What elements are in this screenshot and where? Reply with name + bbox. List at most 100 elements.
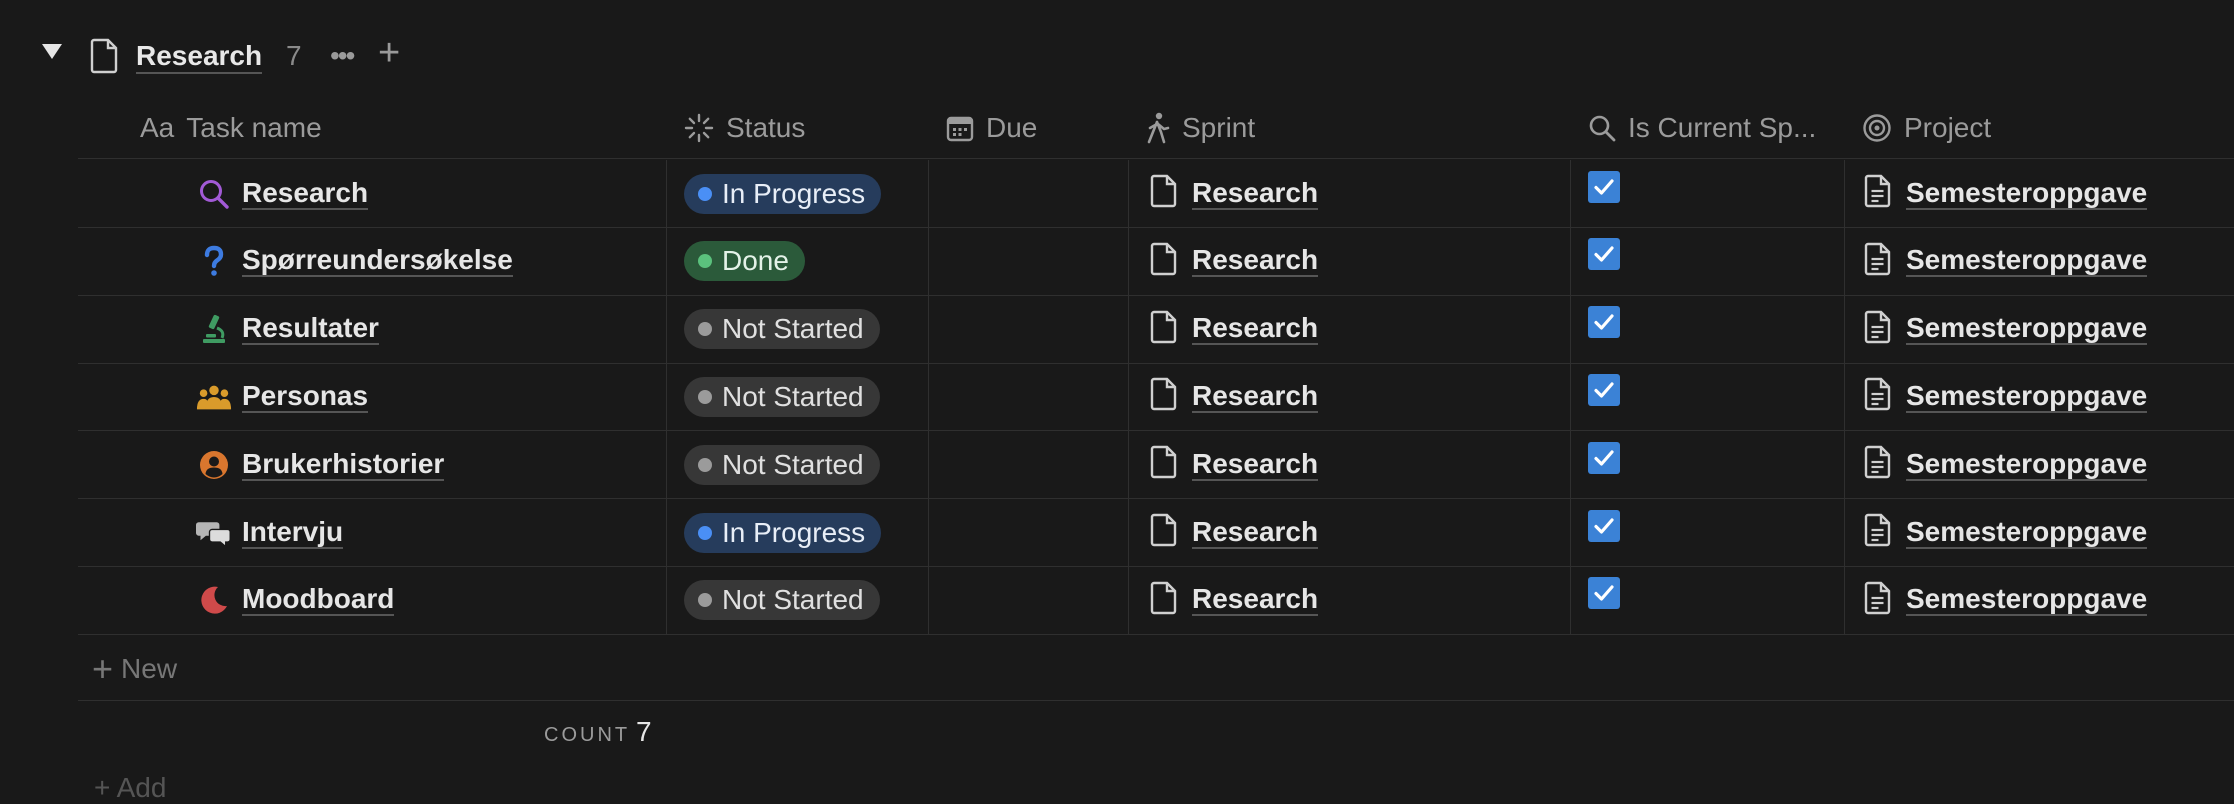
document-icon [1864, 581, 1892, 620]
status-cell[interactable]: Not Started [684, 567, 880, 634]
is-current-sprint-cell[interactable] [1588, 363, 1620, 430]
sprint-cell[interactable]: Research [1150, 567, 1319, 634]
sprint-link[interactable]: Research [1192, 245, 1319, 278]
column-header-status[interactable]: Status [684, 98, 805, 158]
is-current-sprint-cell[interactable] [1588, 567, 1620, 634]
task-name[interactable]: Spørreundersøkelse [242, 245, 513, 278]
due-cell[interactable] [946, 160, 1126, 227]
project-link[interactable]: Semesteroppgave [1906, 380, 2148, 413]
more-options-icon[interactable]: ••• [330, 40, 355, 72]
column-header-due[interactable]: Due [946, 98, 1037, 158]
sprint-cell[interactable]: Research [1150, 160, 1319, 227]
sprint-link[interactable]: Research [1192, 177, 1319, 210]
sprint-cell[interactable]: Research [1150, 431, 1319, 498]
status-cell[interactable]: Not Started [684, 296, 880, 363]
sprint-link[interactable]: Research [1192, 448, 1319, 481]
status-badge[interactable]: Not Started [684, 580, 880, 621]
add-item-button[interactable]: + [378, 34, 400, 72]
project-link[interactable]: Semesteroppgave [1906, 177, 2148, 210]
status-badge[interactable]: Not Started [684, 309, 880, 350]
table-row-3[interactable]: Resultater Not Started Research Semester… [78, 295, 2234, 364]
sprint-cell[interactable]: Research [1150, 499, 1319, 566]
table-row-6[interactable]: Intervju In Progress Research Semesterop… [78, 499, 2234, 567]
task-name-cell[interactable]: Spørreundersøkelse [196, 228, 513, 295]
due-cell[interactable] [946, 499, 1126, 566]
checkbox-checked[interactable] [1588, 373, 1620, 406]
add-group-button[interactable]: + Add [94, 772, 166, 804]
status-cell[interactable]: Not Started [684, 431, 880, 498]
project-cell[interactable]: Semesteroppgave [1864, 296, 2148, 363]
project-link[interactable]: Semesteroppgave [1906, 313, 2148, 346]
table-row-7[interactable]: Moodboard Not Started Research Semestero… [78, 566, 2234, 635]
project-cell[interactable]: Semesteroppgave [1864, 228, 2148, 295]
is-current-sprint-cell[interactable] [1588, 431, 1620, 498]
column-divider [928, 363, 929, 431]
task-name-cell[interactable]: Intervju [196, 499, 344, 566]
sprint-link[interactable]: Research [1192, 380, 1319, 413]
status-badge[interactable]: Not Started [684, 376, 880, 417]
project-link[interactable]: Semesteroppgave [1906, 584, 2148, 617]
sprint-link[interactable]: Research [1192, 516, 1319, 549]
column-header-project[interactable]: Project [1862, 98, 1991, 158]
due-cell[interactable] [946, 431, 1126, 498]
status-cell[interactable]: In Progress [684, 160, 882, 227]
checkbox-checked[interactable] [1588, 170, 1620, 203]
is-current-sprint-cell[interactable] [1588, 499, 1620, 566]
due-cell[interactable] [946, 363, 1126, 430]
checkbox-checked[interactable] [1588, 509, 1620, 542]
status-cell[interactable]: Not Started [684, 363, 880, 430]
project-cell[interactable]: Semesteroppgave [1864, 499, 2148, 566]
is-current-sprint-cell[interactable] [1588, 160, 1620, 227]
task-name[interactable]: Intervju [242, 516, 344, 549]
due-cell[interactable] [946, 567, 1126, 634]
task-name-cell[interactable]: Moodboard [196, 567, 395, 634]
project-link[interactable]: Semesteroppgave [1906, 448, 2148, 481]
task-name[interactable]: Brukerhistorier [242, 448, 445, 481]
table-row-1[interactable]: Research In Progress Research Semesterop… [78, 160, 2234, 228]
task-name[interactable]: Personas [242, 380, 369, 413]
project-cell[interactable]: Semesteroppgave [1864, 160, 2148, 227]
task-name[interactable]: Resultater [242, 313, 379, 346]
is-current-sprint-cell[interactable] [1588, 296, 1620, 363]
task-name-cell[interactable]: Resultater [196, 296, 379, 363]
task-name-cell[interactable]: Brukerhistorier [196, 431, 445, 498]
status-badge[interactable]: Not Started [684, 444, 880, 485]
status-badge[interactable]: In Progress [684, 512, 882, 553]
table-row-2[interactable]: Spørreundersøkelse Done Research Semeste… [78, 227, 2234, 296]
is-current-sprint-cell[interactable] [1588, 228, 1620, 295]
task-name[interactable]: Moodboard [242, 584, 395, 617]
sprint-link[interactable]: Research [1192, 313, 1319, 346]
count-summary[interactable]: COUNT 7 [0, 712, 700, 760]
column-header-sprint[interactable]: Sprint [1146, 98, 1255, 158]
status-badge[interactable]: In Progress [684, 173, 882, 214]
sprint-cell[interactable]: Research [1150, 228, 1319, 295]
collapse-toggle-icon[interactable] [42, 44, 62, 59]
checkbox-checked[interactable] [1588, 441, 1620, 474]
task-name[interactable]: Research [242, 177, 369, 210]
project-cell[interactable]: Semesteroppgave [1864, 567, 2148, 634]
group-title[interactable]: Research [136, 40, 263, 74]
status-badge[interactable]: Done [684, 241, 805, 282]
table-row-5[interactable]: Brukerhistorier Not Started Research Sem… [78, 431, 2234, 500]
sprint-link[interactable]: Research [1192, 584, 1319, 617]
project-cell[interactable]: Semesteroppgave [1864, 363, 2148, 430]
checkbox-checked[interactable] [1588, 238, 1620, 271]
column-header-task-name[interactable]: Aa Task name [140, 98, 322, 158]
status-cell[interactable]: In Progress [684, 499, 882, 566]
table-row-4[interactable]: Personas Not Started Research Semesterop… [78, 363, 2234, 432]
checkbox-checked[interactable] [1588, 306, 1620, 339]
new-row-button[interactable]: + New [78, 638, 2234, 701]
sprint-cell[interactable]: Research [1150, 363, 1319, 430]
project-link[interactable]: Semesteroppgave [1906, 245, 2148, 278]
status-cell[interactable]: Done [684, 228, 805, 295]
due-cell[interactable] [946, 296, 1126, 363]
task-name-cell[interactable]: Personas [196, 363, 369, 430]
due-cell[interactable] [946, 228, 1126, 295]
column-header-is-current-sprint[interactable]: Is Current Sp... [1588, 98, 1816, 158]
project-cell[interactable]: Semesteroppgave [1864, 431, 2148, 498]
checkbox-checked[interactable] [1588, 577, 1620, 610]
microscope-icon [196, 311, 232, 347]
sprint-cell[interactable]: Research [1150, 296, 1319, 363]
task-name-cell[interactable]: Research [196, 160, 369, 227]
project-link[interactable]: Semesteroppgave [1906, 516, 2148, 549]
